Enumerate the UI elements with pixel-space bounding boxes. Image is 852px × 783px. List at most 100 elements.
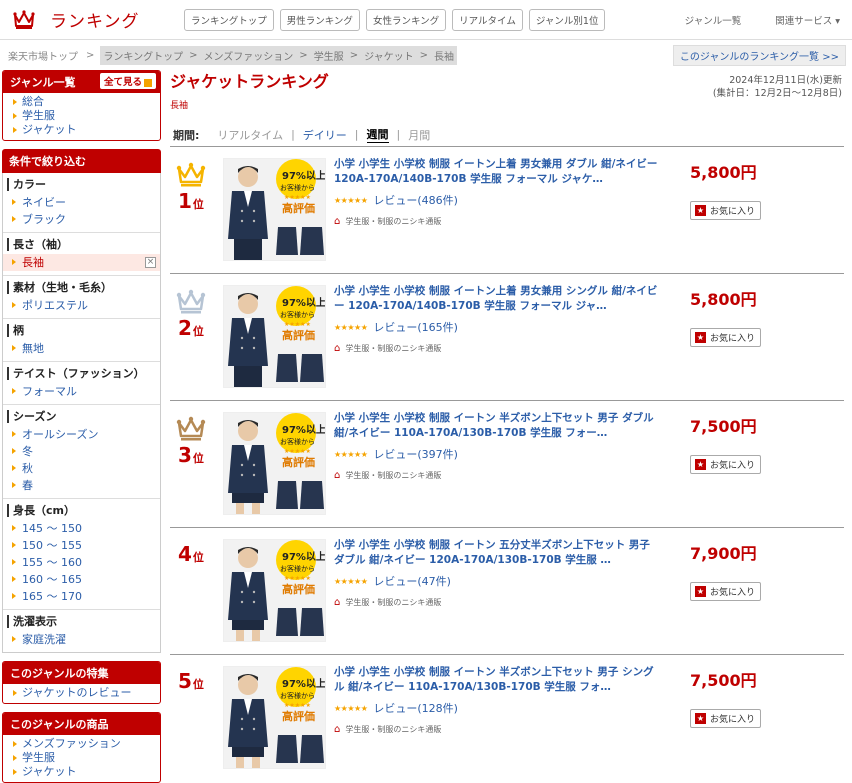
shop-name-link[interactable]: 学生服・制服のニシキ通販: [345, 343, 441, 354]
period-sep: |: [354, 128, 359, 141]
ranking-logo[interactable]: ランキング: [12, 7, 172, 32]
genre-list-title: ジャンル一覧 全て見る: [3, 71, 160, 93]
update-info: 2024年12月11日(水)更新 (集計日：12月2日～12月8日): [713, 74, 842, 100]
nav-genre-first[interactable]: ジャンル別1位: [528, 8, 606, 31]
filter-item[interactable]: オールシーズン: [7, 426, 160, 443]
review-count-link[interactable]: レビュー(47件): [373, 573, 451, 589]
shop-home-icon: ⌂: [334, 470, 341, 481]
favorite-button[interactable]: ★ お気に入り: [690, 201, 762, 220]
product-image[interactable]: 97%以上のお客様から ★★★★★高評価: [224, 667, 325, 768]
review-count-link[interactable]: レビュー(486件): [373, 192, 458, 208]
product-thumbnail[interactable]: 97%以上のお客様から ★★★★★高評価: [223, 412, 326, 515]
breadcrumb-school-uniform[interactable]: 学生服: [314, 48, 344, 63]
product-title-link[interactable]: 小学 小学生 小学校 制服 イートン 半ズボン上下セット 男子 ダブル 紺/ネイ…: [334, 411, 664, 441]
product-title-link[interactable]: 小学 小学生 小学校 制服 イートン上着 男女兼用 ダブル 紺/ネイビー 120…: [334, 157, 664, 187]
rating-stars-icon: ★★★★★: [334, 322, 368, 332]
review-count-link[interactable]: レビュー(128件): [373, 700, 458, 716]
filter-item[interactable]: 冬: [7, 443, 160, 460]
products-item-mens-fashion[interactable]: メンズファッション: [11, 737, 160, 751]
filter-item[interactable]: 145 ～ 150: [7, 520, 160, 537]
breadcrumb-jacket[interactable]: ジャケット: [364, 48, 414, 63]
filter-item[interactable]: 150 ～ 155: [7, 537, 160, 554]
favorite-button[interactable]: ★ お気に入り: [690, 582, 762, 601]
svg-text:★★★★★: ★★★★★: [284, 575, 311, 582]
period-daily[interactable]: デイリー: [303, 127, 347, 143]
review-count-link[interactable]: レビュー(165件): [373, 319, 458, 335]
product-title-link[interactable]: 小学 小学生 小学校 制服 イートン 半ズボン上下セット 男子 シングル 紺/ネ…: [334, 665, 664, 695]
filter-item-selected[interactable]: 長袖 ×: [3, 254, 160, 271]
products-item-jacket[interactable]: ジャケット: [11, 765, 160, 779]
filter-item[interactable]: 165 ～ 170: [7, 588, 160, 605]
genre-ranking-list-link[interactable]: このジャンルのランキング一覧 >>: [672, 45, 846, 66]
rating-stars-icon: ★★★★★: [334, 449, 368, 459]
genre-products-box: このジャンルの商品 メンズファッション 学生服 ジャケット: [2, 712, 161, 783]
product-thumbnail[interactable]: 97%以上のお客様から ★★★★★高評価: [223, 539, 326, 642]
filter-item[interactable]: 家庭洗濯: [7, 631, 160, 648]
product-image[interactable]: 97%以上のお客様から ★★★★★高評価: [224, 413, 325, 514]
product-price: 5,800円: [690, 163, 757, 182]
filter-item[interactable]: ネイビー: [7, 194, 160, 211]
review-row: ★★★★★ レビュー(486件): [334, 192, 664, 208]
product-image[interactable]: 97%以上のお客様から ★★★★★高評価: [224, 540, 325, 641]
filter-item[interactable]: 春: [7, 477, 160, 494]
nav-realtime[interactable]: リアルタイム: [452, 8, 523, 31]
filter-groups: カラー ネイビー ブラック 長さ（袖） 長袖 × 素材（生地・毛糸） ポリエステル柄無地 テイス…: [2, 173, 161, 653]
filter-item[interactable]: ブラック: [7, 211, 160, 228]
shop-name-link[interactable]: 学生服・制服のニシキ通販: [345, 216, 441, 227]
product-title-link[interactable]: 小学 小学生 小学校 制服 イートン 五分丈半ズボン上下セット 男子 ダブル 紺…: [334, 538, 664, 568]
shop-home-icon: ⌂: [334, 724, 341, 735]
filter-item[interactable]: 秋: [7, 460, 160, 477]
period-sep: |: [396, 128, 401, 141]
review-row: ★★★★★ レビュー(165件): [334, 319, 664, 335]
filter-item[interactable]: 無地: [7, 340, 160, 357]
shop-name-link[interactable]: 学生服・制服のニシキ通販: [345, 597, 441, 608]
genre-item-school-uniform[interactable]: 学生服: [11, 109, 160, 123]
nav-female-ranking[interactable]: 女性ランキング: [365, 8, 447, 31]
favorite-button[interactable]: ★ お気に入り: [690, 328, 762, 347]
breadcrumb-sep: >: [299, 50, 308, 61]
product-image[interactable]: 97%以上のお客様から ★★★★★高評価: [224, 159, 325, 260]
genre-list-link[interactable]: ジャンル一覧: [685, 13, 742, 27]
breadcrumb-home[interactable]: 楽天市場トップ: [6, 47, 80, 64]
star-icon: ★: [695, 205, 706, 216]
feature-item-jacket-review[interactable]: ジャケットのレビュー: [11, 686, 160, 700]
rank-value: 5: [178, 669, 192, 693]
genre-item-jacket[interactable]: ジャケット: [11, 123, 160, 137]
related-services-menu[interactable]: 関連サービス ▾: [775, 13, 840, 27]
favorite-button[interactable]: ★ お気に入り: [690, 455, 762, 474]
filter-item-label: 長袖: [22, 256, 44, 269]
filter-item[interactable]: ポリエステル: [7, 297, 160, 314]
product-thumbnail[interactable]: 97%以上のお客様から ★★★★★高評価: [223, 158, 326, 261]
see-all-button[interactable]: 全て見る: [99, 73, 156, 89]
breadcrumb-mens-fashion[interactable]: メンズファッション: [203, 48, 293, 63]
crown-wrap: [176, 161, 206, 190]
ranking-item: 3位97%以上のお客様から★★★★★高評価小学 小学生 小学校 制服 イートン …: [170, 401, 844, 528]
shop-name-link[interactable]: 学生服・制服のニシキ通販: [345, 470, 441, 481]
breadcrumb-ranking-top[interactable]: ランキングトップ: [103, 48, 183, 63]
svg-text:★★★★★: ★★★★★: [284, 448, 311, 455]
product-thumbnail[interactable]: 97%以上のお客様から ★★★★★高評価: [223, 285, 326, 388]
rank-crown-icon: [176, 162, 206, 187]
filter-item[interactable]: 155 ～ 160: [7, 554, 160, 571]
svg-text:高評価: 高評価: [282, 455, 315, 469]
filter-box: 条件で絞り込む カラー ネイビー ブラック 長さ（袖） 長袖 × 素材（生地・毛糸） ポリエス…: [2, 149, 161, 653]
genre-item-all[interactable]: 総合: [11, 95, 160, 109]
shop-name-link[interactable]: 学生服・制服のニシキ通販: [345, 724, 441, 735]
favorite-label: お気に入り: [710, 715, 756, 725]
svg-text:97%以上の: 97%以上の: [282, 169, 325, 182]
filter-item[interactable]: 160 ～ 165: [7, 571, 160, 588]
filter-item[interactable]: フォーマル: [7, 383, 160, 400]
rank-crown-icon: [176, 289, 206, 314]
favorite-button[interactable]: ★ お気に入り: [690, 709, 762, 728]
review-count-link[interactable]: レビュー(397件): [373, 446, 458, 462]
nav-male-ranking[interactable]: 男性ランキング: [279, 8, 360, 31]
product-image[interactable]: 97%以上のお客様から ★★★★★高評価: [224, 286, 325, 387]
products-item-school-uniform[interactable]: 学生服: [11, 751, 160, 765]
crown-wrap: [176, 288, 206, 317]
favorite-label: お気に入り: [710, 334, 756, 344]
shop-row: ⌂ 学生服・制服のニシキ通販: [334, 724, 664, 735]
product-thumbnail[interactable]: 97%以上のお客様から ★★★★★高評価: [223, 666, 326, 769]
nav-ranking-top[interactable]: ランキングトップ: [184, 8, 274, 31]
clear-filter-icon[interactable]: ×: [145, 257, 156, 268]
product-title-link[interactable]: 小学 小学生 小学校 制服 イートン上着 男女兼用 シングル 紺/ネイビー 12…: [334, 284, 664, 314]
